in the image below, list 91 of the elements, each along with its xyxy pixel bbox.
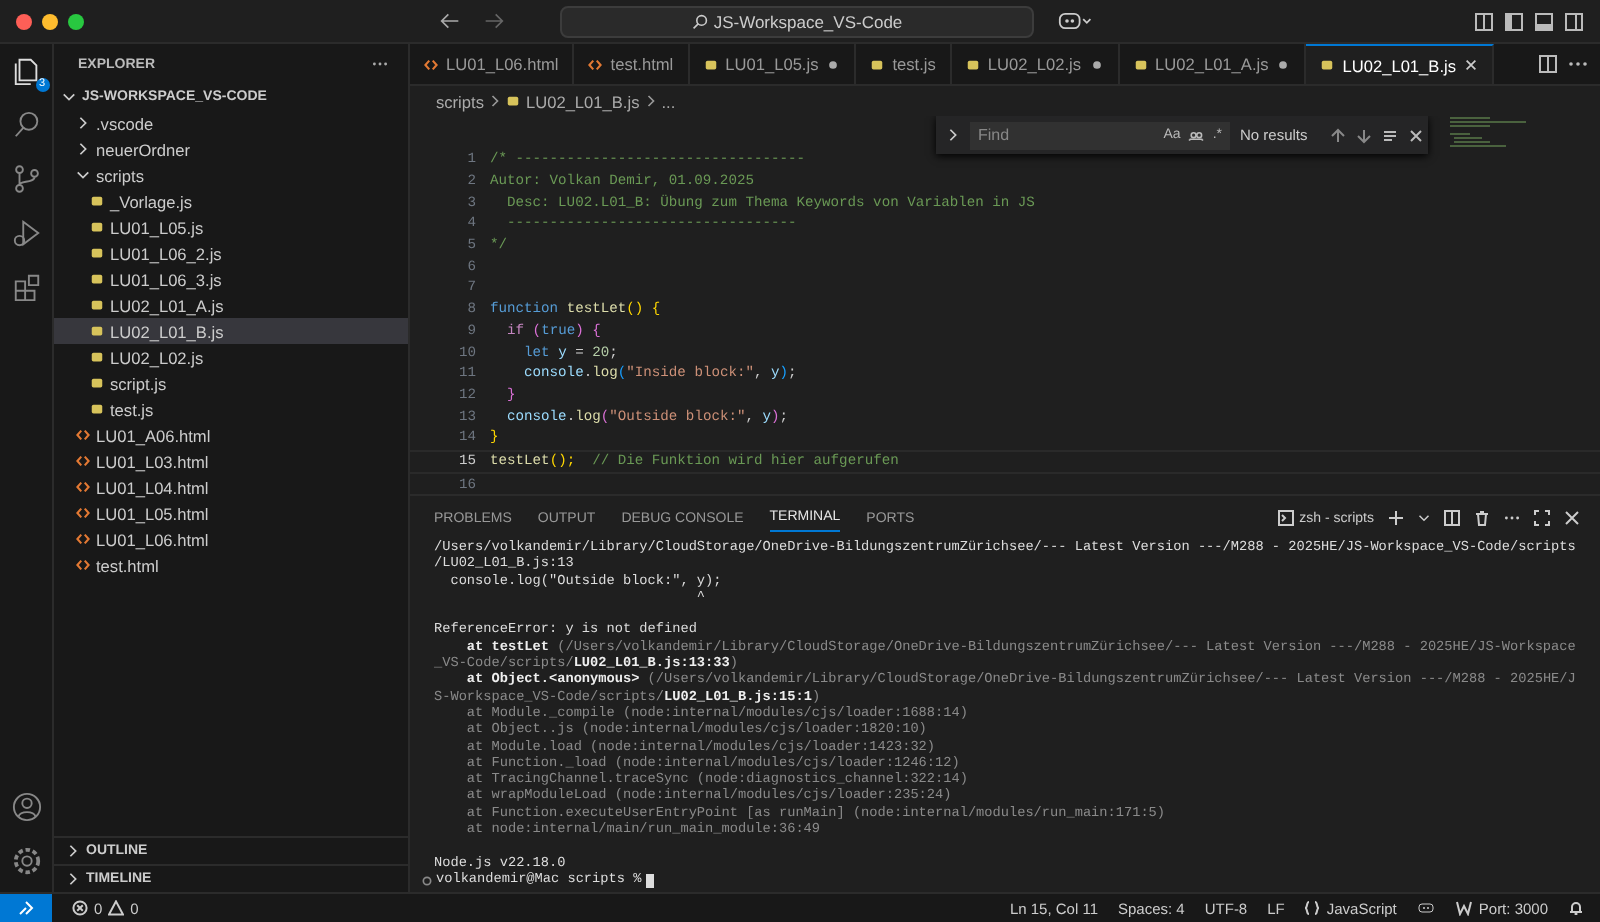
js-file-icon — [870, 57, 885, 71]
file-tree-item[interactable]: test.html — [54, 552, 408, 578]
remote-indicator[interactable] — [0, 894, 52, 922]
sidebar-toggle-icon[interactable] — [1504, 11, 1524, 31]
js-file-icon — [1320, 58, 1335, 72]
panel-toggle-icon[interactable] — [1534, 11, 1554, 31]
find-in-selection-icon[interactable] — [1381, 127, 1398, 143]
warning-icon — [108, 900, 125, 916]
html-file-icon — [588, 57, 603, 71]
editor-tab[interactable]: test.html — [574, 44, 690, 84]
settings-icon[interactable] — [11, 846, 41, 876]
terminal-icon — [1277, 510, 1294, 526]
whole-word-icon[interactable] — [1188, 127, 1205, 143]
minimize-window-icon[interactable] — [42, 13, 58, 29]
braces-icon — [1304, 900, 1321, 916]
next-match-icon[interactable] — [1355, 127, 1372, 143]
js-file-icon — [1133, 57, 1147, 71]
command-search-field[interactable]: JS-Workspace_VS-Code — [560, 5, 1034, 37]
split-terminal-icon[interactable] — [1444, 510, 1460, 526]
breadcrumb-item[interactable]: LU02_L01_B.js — [525, 91, 640, 111]
toggle-replace-icon[interactable] — [946, 128, 960, 142]
search-icon — [691, 13, 708, 29]
remote-icon — [18, 900, 34, 916]
file-tree-item[interactable]: test.js — [54, 396, 408, 422]
previous-match-icon[interactable] — [1329, 127, 1346, 143]
minimap-drawing — [1450, 116, 1530, 152]
extensions-icon[interactable] — [11, 272, 41, 302]
breadcrumb-item[interactable]: scripts — [436, 91, 484, 111]
back-arrow-icon[interactable] — [440, 12, 460, 30]
notifications-icon[interactable] — [1568, 900, 1584, 916]
editor-tab[interactable]: LU02_L01_B.js — [1306, 44, 1494, 84]
file-tree-item[interactable]: LU02_L01_B.js — [54, 318, 408, 344]
new-terminal-icon[interactable] — [1388, 510, 1404, 526]
run-debug-icon[interactable] — [11, 218, 41, 248]
js-file-icon — [703, 57, 718, 71]
js-file-icon — [965, 57, 980, 71]
html-file-icon — [76, 506, 90, 520]
copilot-icon[interactable] — [1058, 10, 1094, 32]
secondary-sidebar-icon[interactable] — [1564, 11, 1584, 31]
html-file-icon — [424, 57, 438, 71]
file-tree-item[interactable]: LU01_L06_3.js — [54, 266, 408, 292]
editor-tab[interactable]: LU01_L05.js — [689, 44, 857, 84]
editor-tab[interactable]: test.js — [856, 44, 952, 84]
unsaved-dot-icon[interactable] — [1276, 57, 1291, 71]
dropdown-caret-icon[interactable] — [1418, 512, 1430, 524]
html-file-icon — [76, 532, 90, 546]
file-tree-item[interactable]: LU01_L05.js — [54, 214, 408, 240]
close-icon[interactable] — [1464, 58, 1478, 72]
source-control-icon[interactable] — [11, 164, 41, 194]
account-icon[interactable] — [11, 792, 41, 822]
editor-tab[interactable]: LU02_L02.js — [951, 44, 1119, 84]
file-tree-item[interactable]: .vscode — [54, 110, 408, 136]
file-tree-item[interactable]: neuerOrdner — [54, 136, 408, 162]
chevron-icon — [489, 94, 500, 108]
close-icon[interactable] — [1564, 510, 1580, 526]
html-file-icon — [76, 480, 90, 494]
html-file-icon — [76, 454, 90, 468]
close-icon[interactable] — [1407, 127, 1424, 143]
search-icon[interactable] — [11, 110, 41, 140]
file-tree-item[interactable]: LU01_L04.html — [54, 474, 408, 500]
editor-tab[interactable]: LU01_L06.html — [410, 44, 575, 84]
prompt-status-icon — [422, 875, 432, 886]
maximize-window-icon[interactable] — [68, 13, 84, 29]
layout-icon[interactable] — [1474, 11, 1494, 31]
html-file-icon — [76, 558, 90, 572]
error-icon — [72, 900, 88, 916]
breadcrumb-item[interactable]: ... — [661, 91, 676, 111]
forward-arrow-icon[interactable] — [484, 12, 504, 30]
js-file-icon — [505, 94, 520, 108]
file-tree-item[interactable]: LU01_L06.html — [54, 526, 408, 552]
file-tree-item[interactable]: LU01_L06_2.js — [54, 240, 408, 266]
file-tree-item[interactable]: LU02_L02.js — [54, 344, 408, 370]
file-tree-item[interactable]: LU01_L03.html — [54, 448, 408, 474]
chevron-icon — [645, 94, 656, 108]
trash-icon[interactable] — [1474, 510, 1490, 526]
split-editor-icon[interactable] — [1538, 54, 1558, 74]
text-cursor — [645, 873, 654, 888]
copilot-icon[interactable] — [1416, 898, 1437, 918]
port-icon — [1456, 900, 1473, 916]
files-icon[interactable] — [11, 56, 41, 86]
maximize-panel-icon[interactable] — [1534, 510, 1550, 526]
html-file-icon — [76, 428, 90, 442]
file-tree-item[interactable]: LU01_A06.html — [54, 422, 408, 448]
file-tree-item[interactable]: _Vorlage.js — [54, 188, 408, 214]
file-tree-item[interactable]: LU01_L05.html — [54, 500, 408, 526]
file-tree-item[interactable]: scripts — [54, 162, 408, 188]
unsaved-dot-icon[interactable] — [1089, 57, 1103, 71]
unsaved-dot-icon[interactable] — [826, 57, 841, 71]
file-tree-item[interactable]: LU02_L01_A.js — [54, 292, 408, 318]
close-window-icon[interactable] — [16, 13, 32, 29]
file-tree-item[interactable]: script.js — [54, 370, 408, 396]
